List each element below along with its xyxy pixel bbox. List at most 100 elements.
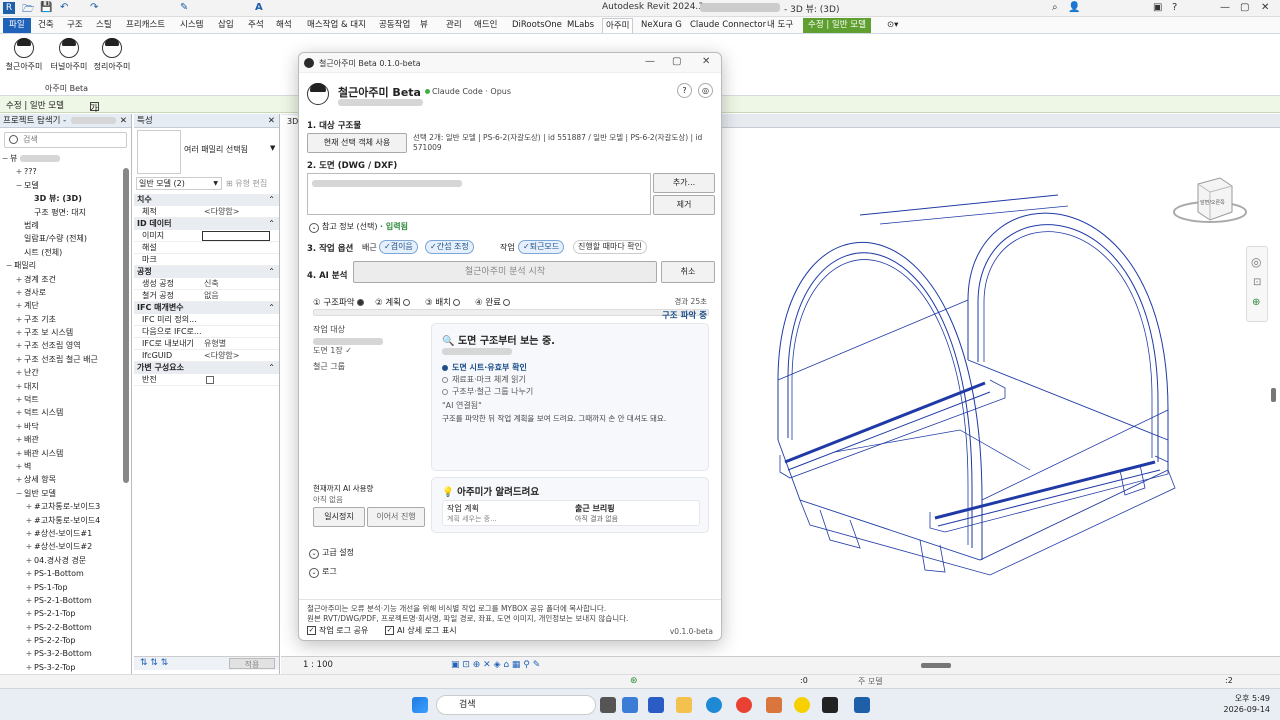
cart-icon[interactable]: ▣	[1153, 2, 1162, 13]
tree-item[interactable]: − 일반 모델	[0, 487, 131, 500]
tree-item[interactable]: + 덕트	[0, 393, 131, 406]
remove-drawing-button[interactable]: 제거	[653, 195, 715, 215]
browser-search-input[interactable]: 검색	[4, 132, 127, 148]
claude-icon[interactable]	[766, 697, 782, 713]
cancel-analysis-button[interactable]: 취소	[661, 261, 715, 283]
zoom-extents-icon[interactable]: ⊕	[1252, 297, 1260, 308]
prop-phase-created[interactable]: 생성 공정 신축	[134, 278, 279, 290]
ribbon-tab-16[interactable]: 아주미	[602, 18, 634, 33]
design-option[interactable]: 주 모델	[858, 676, 883, 687]
text-icon[interactable]: A	[255, 2, 263, 13]
taskbar-search[interactable]: 검색	[436, 695, 596, 715]
prop-comment[interactable]: 해설	[134, 242, 279, 254]
overlap-splice-toggle[interactable]: ✓겹이음	[379, 240, 418, 254]
ribbon-tab-20[interactable]: 수정 | 일반 모델	[803, 18, 871, 33]
confirm-each-toggle[interactable]: 진행할 때마다 확인	[573, 240, 647, 254]
tree-item[interactable]: + 난간	[0, 366, 131, 379]
horizontal-scrollbar[interactable]	[921, 663, 951, 668]
ribbon-tab-0[interactable]: 파일	[3, 18, 31, 33]
tree-item[interactable]: + #고차통로-보이드4	[0, 514, 131, 527]
browser-scrollbar[interactable]	[123, 168, 129, 483]
tree-root-views[interactable]: − 뷰	[0, 152, 131, 165]
steering-wheel-icon[interactable]: ◎	[1251, 255, 1261, 269]
ribbon-tab-8[interactable]: 해석	[273, 18, 295, 33]
prop-ifc-predefined[interactable]: IFC 미리 정의...	[134, 314, 279, 326]
section-dimensions[interactable]: 치수	[134, 194, 279, 206]
close-icon[interactable]: ✕	[268, 114, 275, 128]
rebar-ajumi-button[interactable]: 철근아주미	[1, 38, 47, 72]
minimize-icon[interactable]: —	[645, 56, 655, 67]
section-other[interactable]: 가변 구성요소	[134, 362, 279, 374]
tree-item[interactable]: + PS-2-2-Bottom	[0, 621, 131, 634]
view-cube[interactable]: 앞면/오른쪽	[1170, 172, 1248, 228]
tree-item[interactable]: + #상선-보이드#2	[0, 540, 131, 553]
tree-item[interactable]: + 계단	[0, 299, 131, 312]
ribbon-tab-3[interactable]: 스틸	[93, 18, 115, 33]
type-selector[interactable]: 일반 모델 (2) ▼	[136, 177, 222, 190]
tree-item[interactable]: + 배관 시스템	[0, 447, 131, 460]
tree-item[interactable]: + 경계 조건	[0, 273, 131, 286]
tunnel-ajumi-button[interactable]: 터널아주미	[46, 38, 92, 72]
ribbon-tab-7[interactable]: 주석	[245, 18, 267, 33]
tree-item[interactable]: − 패밀리	[0, 259, 131, 272]
section-phasing[interactable]: 공정	[134, 266, 279, 278]
share-log-checkbox[interactable]: ✓ 작업 로그 공유	[307, 625, 368, 636]
measure-icon[interactable]: ✎	[180, 2, 188, 13]
prop-image[interactable]: 이미지	[134, 230, 279, 242]
ribbon-tab-1[interactable]: 건축	[35, 18, 57, 33]
tree-item[interactable]: + 구조 선조립 영역	[0, 339, 131, 352]
tree-item[interactable]: + #고차통로-보이드3	[0, 500, 131, 513]
pause-button[interactable]: 일시정지	[313, 507, 365, 527]
prop-flip[interactable]: 반전	[134, 374, 279, 386]
tree-item[interactable]: 구조 평면: 대지	[0, 206, 131, 219]
maximize-icon[interactable]: ▢	[1240, 2, 1249, 13]
view-scale[interactable]: 1 : 100	[303, 660, 333, 670]
tree-item[interactable]: 3D 뷰: (3D)	[0, 192, 131, 205]
workset-icon[interactable]: ⊛	[630, 676, 638, 686]
tree-item[interactable]: + PS-2-1-Bottom	[0, 594, 131, 607]
zoom-icon[interactable]: ⊡	[1253, 277, 1261, 288]
prop-ifc-export[interactable]: IFC로 내보내기 유형별	[134, 338, 279, 350]
advanced-settings-expander[interactable]: ⌄ 고급 설정	[309, 547, 354, 559]
prop-phase-demolished[interactable]: 철거 공정 없음	[134, 290, 279, 302]
sort-icon[interactable]: ⇅ ⇅ ⇅	[140, 658, 168, 668]
ribbon-tab-17[interactable]: NeXura G	[638, 18, 685, 33]
maximize-icon[interactable]: ▢	[672, 56, 681, 67]
use-selection-button[interactable]: 현재 선택 객체 사용	[307, 133, 407, 153]
tree-item[interactable]: + 덕트 시스템	[0, 406, 131, 419]
filter-count[interactable]: :2	[1225, 676, 1233, 685]
detail-log-checkbox[interactable]: ✓ AI 상세 로그 표시	[385, 625, 457, 636]
drawing-list[interactable]	[307, 173, 651, 215]
ribbon-tab-15[interactable]: MLabs	[564, 18, 597, 33]
terminal-icon[interactable]	[822, 697, 838, 713]
tree-item[interactable]: + 상세 항목	[0, 473, 131, 486]
tree-item[interactable]: + PS-2-1-Top	[0, 607, 131, 620]
tree-item[interactable]: + PS-3-2-Top	[0, 661, 131, 674]
ribbon-options-icon[interactable]: ⊙▾	[884, 18, 901, 33]
cleanup-ajumi-button[interactable]: 정리아주미	[89, 38, 135, 72]
leave-mode-toggle[interactable]: ✓퇴근모드	[518, 240, 565, 254]
save-icon[interactable]: 💾	[40, 2, 52, 13]
tree-item[interactable]: + 벽	[0, 460, 131, 473]
tree-item[interactable]: + 경사로	[0, 286, 131, 299]
minimize-icon[interactable]: —	[1220, 2, 1230, 13]
task-view-icon[interactable]	[600, 697, 616, 713]
ribbon-tab-13[interactable]: 애드인	[471, 18, 500, 33]
ribbon-tab-10[interactable]: 공동작업	[376, 18, 413, 33]
tree-item[interactable]: + 배관	[0, 433, 131, 446]
ribbon-tab-14[interactable]: DiRootsOne	[509, 18, 565, 33]
file-explorer-icon[interactable]	[676, 697, 692, 713]
ribbon-tab-9[interactable]: 매스작업 & 대지	[304, 18, 369, 33]
section-identity[interactable]: ID 데이터	[134, 218, 279, 230]
ribbon-tab-11[interactable]: 뷰	[417, 18, 431, 33]
help-button[interactable]: ?	[677, 83, 692, 98]
info-icon[interactable]: ◎	[698, 83, 713, 98]
view-control-icons[interactable]: ▣ ⊡ ⊕ ✕ ◈ ⌂ ▦ ⚲ ✎	[451, 660, 540, 670]
tree-item[interactable]: + PS-2-2-Top	[0, 634, 131, 647]
close-icon[interactable]: ✕	[702, 56, 710, 67]
tree-item[interactable]: +???	[0, 165, 131, 178]
tree-item[interactable]: + PS-1-Bottom	[0, 567, 131, 580]
ribbon-tab-19[interactable]: 내 도구	[764, 18, 796, 33]
section-ifc[interactable]: IFC 매개변수	[134, 302, 279, 314]
reference-info-expander[interactable]: ⌄ 참고 정보 (선택) · 입력됨	[309, 221, 408, 233]
